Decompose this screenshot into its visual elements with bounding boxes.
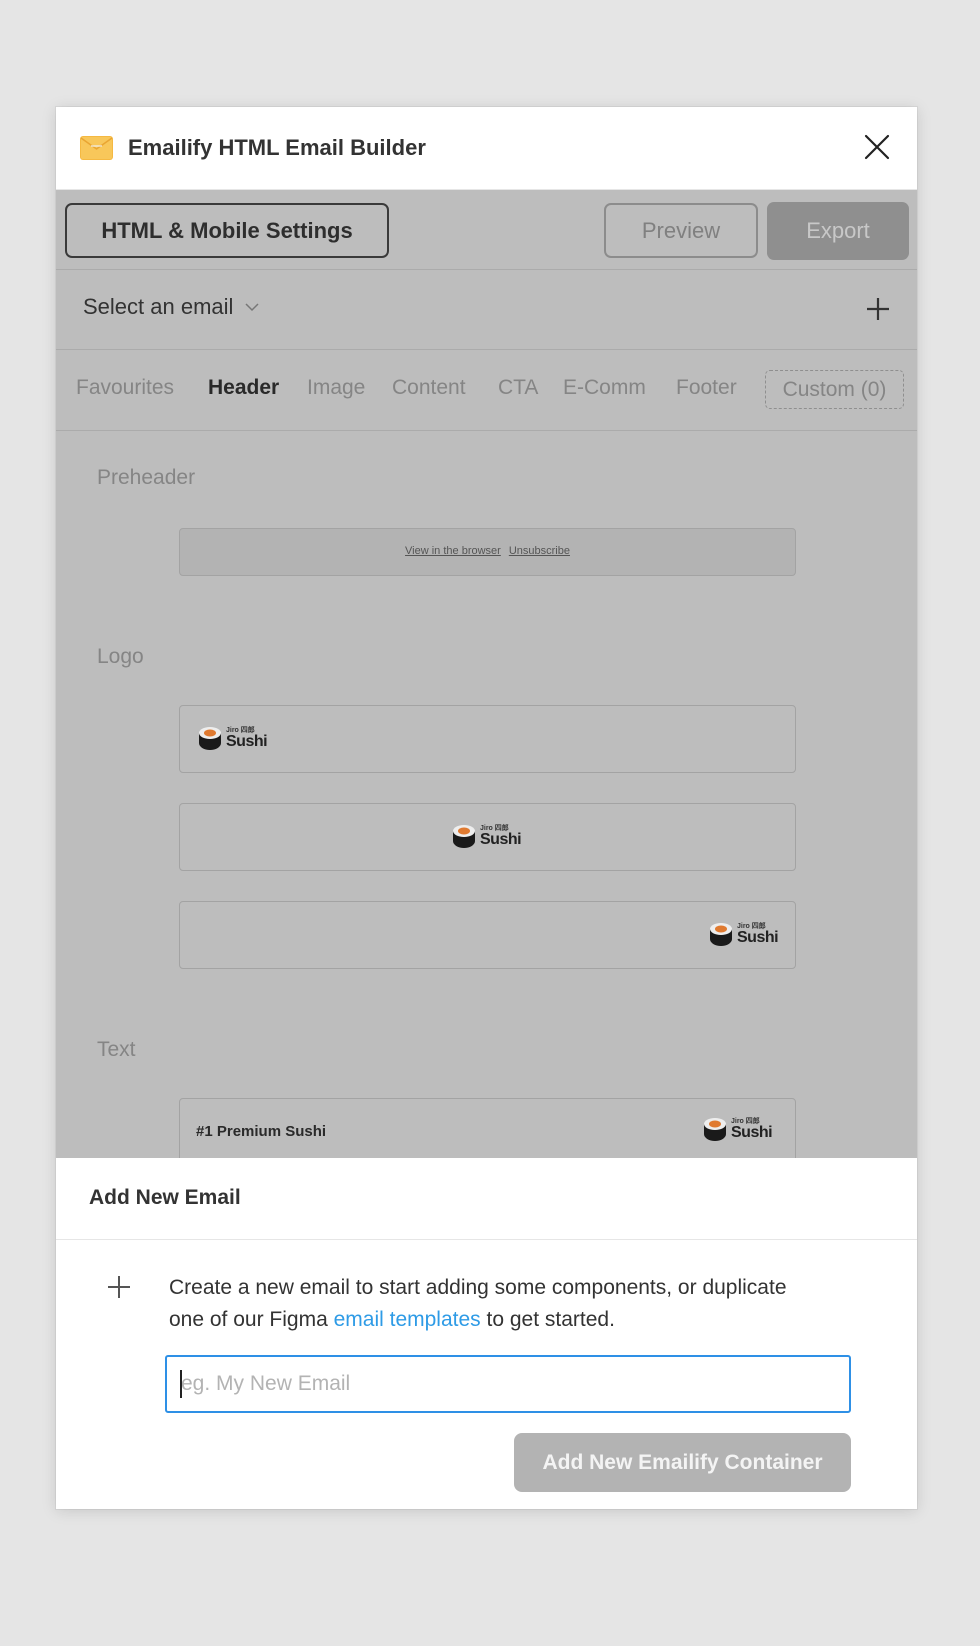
toolbar: HTML & Mobile Settings Preview Export bbox=[56, 190, 917, 270]
email-select-label: Select an email bbox=[83, 294, 234, 319]
sushi-logo: Jiro 四郎 Sushi bbox=[452, 823, 522, 849]
email-select-bar: Select an email bbox=[56, 270, 917, 350]
section-label-text: Text bbox=[97, 1038, 136, 1061]
section-label-logo: Logo bbox=[97, 645, 144, 668]
close-button[interactable] bbox=[859, 129, 895, 165]
html-mobile-settings-button[interactable]: HTML & Mobile Settings bbox=[65, 203, 389, 258]
add-new-email-sheet: Add New Email Create a new email to star… bbox=[56, 1158, 917, 1509]
sushi-roll-icon bbox=[453, 825, 475, 848]
plus-icon bbox=[108, 1276, 130, 1298]
logo-right-card[interactable]: Jiro 四郎 Sushi bbox=[179, 901, 796, 969]
close-icon bbox=[864, 134, 890, 160]
sheet-header: Add New Email bbox=[56, 1158, 917, 1240]
plus-icon bbox=[867, 298, 889, 320]
app-title: Emailify HTML Email Builder bbox=[128, 135, 426, 160]
brand-big: Sushi bbox=[737, 928, 779, 946]
logo-center-card[interactable]: Jiro 四郎 Sushi bbox=[179, 803, 796, 871]
sushi-roll-icon bbox=[199, 727, 221, 750]
text-caret bbox=[180, 1370, 182, 1398]
tab-image[interactable]: Image bbox=[307, 376, 365, 400]
add-email-button[interactable] bbox=[863, 294, 893, 324]
description-text-end: to get started. bbox=[480, 1308, 615, 1331]
export-button[interactable]: Export bbox=[767, 202, 909, 260]
tab-footer[interactable]: Footer bbox=[676, 376, 737, 400]
tab-custom[interactable]: Custom (0) bbox=[765, 370, 904, 409]
tab-header[interactable]: Header bbox=[208, 376, 279, 400]
preheader-links: View in the browser Unsubscribe bbox=[180, 545, 795, 557]
envelope-icon bbox=[80, 136, 113, 160]
email-name-input[interactable] bbox=[165, 1355, 851, 1413]
email-select-dropdown[interactable]: Select an email bbox=[83, 294, 259, 320]
tab-favourites[interactable]: Favourites bbox=[76, 376, 174, 400]
tab-content[interactable]: Content bbox=[392, 376, 466, 400]
brand-big: Sushi bbox=[226, 732, 268, 750]
sheet-description: Create a new email to start adding some … bbox=[169, 1272, 809, 1336]
add-new-emailify-container-button[interactable]: Add New Emailify Container bbox=[514, 1433, 851, 1492]
sushi-logo: Jiro 四郎 Sushi bbox=[703, 1116, 773, 1142]
brand-big: Sushi bbox=[480, 830, 522, 848]
builder-content: HTML & Mobile Settings Preview Export Se… bbox=[56, 190, 917, 1266]
sushi-roll-icon bbox=[710, 923, 732, 946]
chevron-down-icon bbox=[245, 303, 259, 312]
sushi-logo: Jiro 四郎 Sushi bbox=[709, 921, 779, 947]
unsubscribe-link: Unsubscribe bbox=[508, 545, 570, 557]
title-bar: Emailify HTML Email Builder bbox=[56, 107, 917, 190]
preheader-component-card[interactable]: View in the browser Unsubscribe bbox=[179, 528, 796, 576]
brand-big: Sushi bbox=[731, 1123, 773, 1141]
sushi-logo: Jiro 四郎 Sushi bbox=[198, 725, 268, 751]
component-tabs: Favourites Header Image Content CTA E-Co… bbox=[56, 350, 917, 431]
sushi-roll-icon bbox=[704, 1118, 726, 1141]
section-label-preheader: Preheader bbox=[97, 466, 196, 489]
sheet-title: Add New Email bbox=[89, 1186, 241, 1209]
text-card-title: #1 Premium Sushi bbox=[196, 1123, 327, 1140]
preview-button[interactable]: Preview bbox=[604, 203, 758, 258]
tab-ecomm[interactable]: E-Comm bbox=[563, 376, 646, 400]
view-in-browser-link: View in the browser bbox=[405, 545, 501, 557]
plugin-window: Emailify HTML Email Builder HTML & Mobil… bbox=[56, 107, 917, 1509]
logo-left-card[interactable]: Jiro 四郎 Sushi bbox=[179, 705, 796, 773]
email-templates-link[interactable]: email templates bbox=[334, 1308, 481, 1331]
tab-cta[interactable]: CTA bbox=[498, 376, 538, 400]
